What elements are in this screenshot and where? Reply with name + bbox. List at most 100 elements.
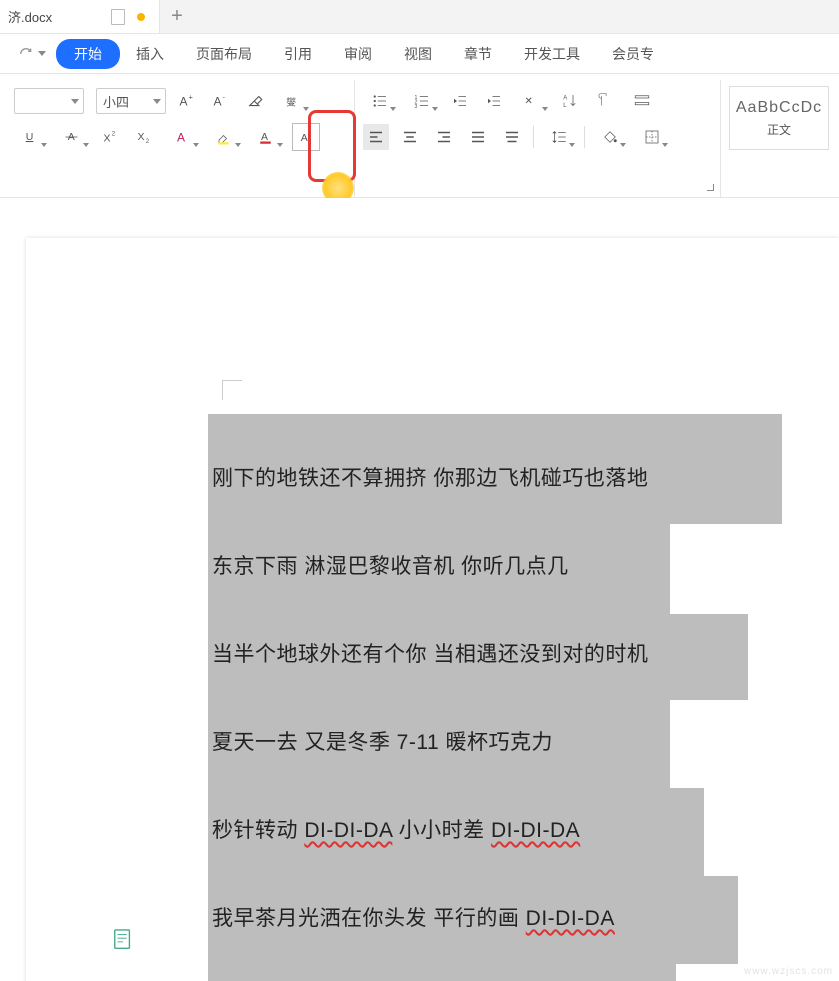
align-distribute-button[interactable] (499, 124, 525, 150)
chevron-down-icon (277, 143, 283, 147)
menubar: 开始 插入 页面布局 引用 审阅 视图 章节 开发工具 会员专 (0, 34, 839, 74)
paint-bucket-icon (601, 128, 619, 146)
border-button[interactable] (635, 124, 669, 150)
font-dialog-launcher[interactable] (340, 183, 348, 191)
asian-layout-button[interactable]: ✕ (515, 88, 549, 114)
tab-stop-icon (633, 92, 651, 110)
align-center-icon (401, 128, 419, 146)
strikethrough-icon: A (64, 128, 82, 146)
underline-button[interactable]: U (14, 124, 48, 150)
tab-devtools[interactable]: 开发工具 (508, 38, 596, 70)
chevron-down-icon (193, 143, 199, 147)
font-color-button[interactable]: A (250, 124, 284, 150)
titlebar: 济.docx + (0, 0, 839, 34)
align-right-icon (435, 128, 453, 146)
paragraph-dialog-launcher[interactable] (706, 183, 714, 191)
align-justify-button[interactable] (465, 124, 491, 150)
redo-button[interactable] (8, 46, 56, 62)
chevron-down-icon (71, 99, 79, 104)
text-line: 秒针转动 DI-DI-DA 小小时差 DI-DI-DA (212, 814, 580, 844)
highlight-icon (216, 128, 234, 146)
tab-insert[interactable]: 插入 (120, 38, 180, 70)
decrease-indent-button[interactable] (447, 88, 473, 114)
align-left-button[interactable] (363, 124, 389, 150)
numbering-icon: 123 (413, 92, 431, 110)
text-line: 东京下雨 淋湿巴黎收音机 你听几点几 (212, 550, 569, 580)
phonetic-guide-button[interactable]: 燮 (276, 88, 310, 114)
svg-text:X: X (104, 133, 111, 145)
text-line: 当半个地球外还有个你 当相遇还没到对的时机 (212, 638, 648, 668)
chevron-down-icon (83, 143, 89, 147)
tab-layout[interactable]: 页面布局 (180, 38, 268, 70)
text-line: 夏天一去 又是冬季 7-11 暖杯巧克力 (212, 726, 553, 756)
svg-text:X: X (138, 131, 145, 143)
text-effects-icon: A (174, 128, 192, 146)
chevron-down-icon (41, 143, 47, 147)
chevron-down-icon (569, 143, 575, 147)
chevron-down-icon (303, 107, 309, 111)
distribute-icon (503, 128, 521, 146)
svg-text:-: - (223, 93, 226, 102)
new-tab-button[interactable]: + (160, 0, 194, 34)
shading-button[interactable] (593, 124, 627, 150)
tab-view[interactable]: 视图 (388, 38, 448, 70)
tab-review[interactable]: 审阅 (328, 38, 388, 70)
font-size-select[interactable]: 小四 (96, 88, 166, 114)
font-family-select[interactable] (14, 88, 84, 114)
numbering-button[interactable]: 123 (405, 88, 439, 114)
ribbon-toolbar: 小四 A+ A- 燮 U A (0, 74, 839, 198)
svg-text:+: + (189, 93, 194, 102)
document-tab[interactable]: 济.docx (0, 0, 160, 33)
tab-member[interactable]: 会员专 (596, 38, 670, 70)
outline-icon (112, 928, 134, 952)
eraser-icon (246, 92, 264, 110)
outline-pane-button[interactable] (112, 928, 134, 957)
clear-format-button[interactable] (242, 88, 268, 114)
asian-layout-icon: ✕ (523, 92, 541, 110)
svg-text:✕: ✕ (524, 96, 532, 107)
line-spacing-button[interactable] (542, 124, 576, 150)
align-right-button[interactable] (431, 124, 457, 150)
font-color-icon: A (258, 128, 276, 146)
redo-icon (18, 46, 34, 62)
chevron-down-icon (38, 51, 46, 56)
character-border-icon: A (297, 128, 315, 146)
decrease-font-button[interactable]: A- (208, 88, 234, 114)
svg-text:A: A (261, 131, 268, 143)
chevron-down-icon (390, 107, 396, 111)
document-area: 刚下的地铁还不算拥挤 你那边飞机碰巧也落地 东京下雨 淋湿巴黎收音机 你听几点几… (0, 198, 839, 981)
selection (208, 964, 676, 981)
svg-text:A: A (214, 95, 222, 109)
svg-text:A: A (301, 132, 308, 144)
align-center-button[interactable] (397, 124, 423, 150)
increase-font-button[interactable]: A+ (174, 88, 200, 114)
underline-icon: U (22, 128, 40, 146)
chevron-down-icon (620, 143, 626, 147)
tab-reference[interactable]: 引用 (268, 38, 328, 70)
svg-text:A: A (180, 95, 188, 109)
bullets-button[interactable] (363, 88, 397, 114)
tabs-button[interactable] (625, 88, 659, 114)
tab-section[interactable]: 章节 (448, 38, 508, 70)
sort-button[interactable]: AL (557, 88, 583, 114)
style-normal[interactable]: AaBbCcDc 正文 (729, 86, 829, 150)
svg-text:2: 2 (112, 132, 116, 138)
chevron-down-icon (153, 99, 161, 104)
style-label: 正文 (767, 121, 791, 138)
text-effects-button[interactable]: A (166, 124, 200, 150)
unsaved-indicator-icon (137, 13, 145, 21)
tab-home[interactable]: 开始 (56, 39, 120, 69)
superscript-button[interactable]: X2 (98, 124, 124, 150)
increase-indent-button[interactable] (481, 88, 507, 114)
svg-text:3: 3 (414, 104, 417, 110)
outdent-icon (451, 92, 469, 110)
strikethrough-button[interactable]: A (56, 124, 90, 150)
subscript-button[interactable]: X2 (132, 124, 158, 150)
show-marks-button[interactable] (591, 88, 617, 114)
character-border-button[interactable]: A (292, 123, 320, 151)
border-icon (643, 128, 661, 146)
pilcrow-icon (595, 92, 613, 110)
chevron-down-icon (542, 107, 548, 111)
page[interactable]: 刚下的地铁还不算拥挤 你那边飞机碰巧也落地 东京下雨 淋湿巴黎收音机 你听几点几… (26, 238, 839, 981)
highlight-color-button[interactable] (208, 124, 242, 150)
